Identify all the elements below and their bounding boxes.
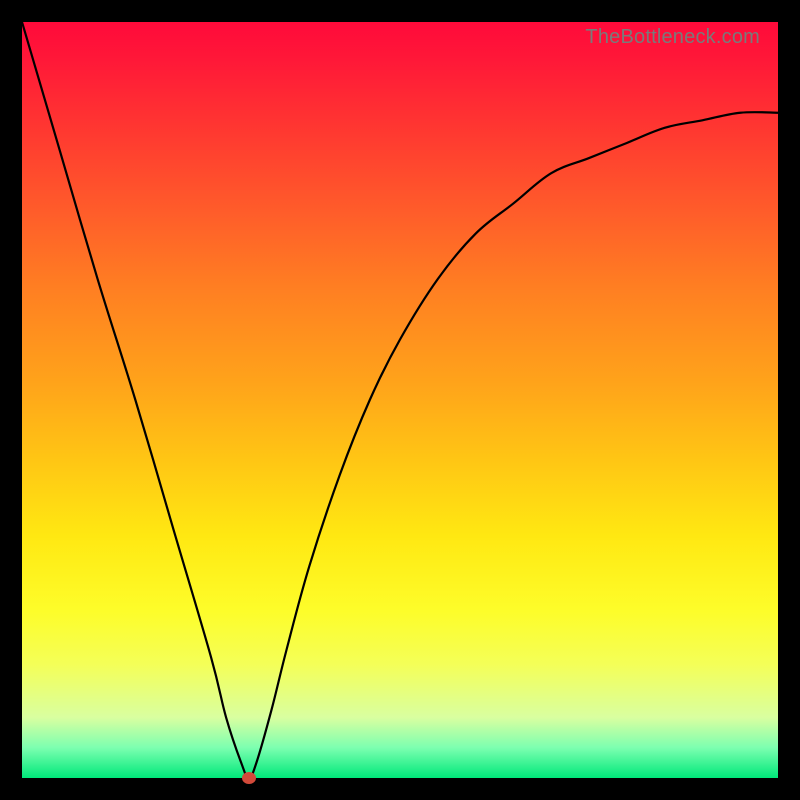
bottleneck-curve xyxy=(22,22,778,778)
chart-plot-area: TheBottleneck.com xyxy=(22,22,778,778)
optimal-point-marker xyxy=(242,772,256,784)
